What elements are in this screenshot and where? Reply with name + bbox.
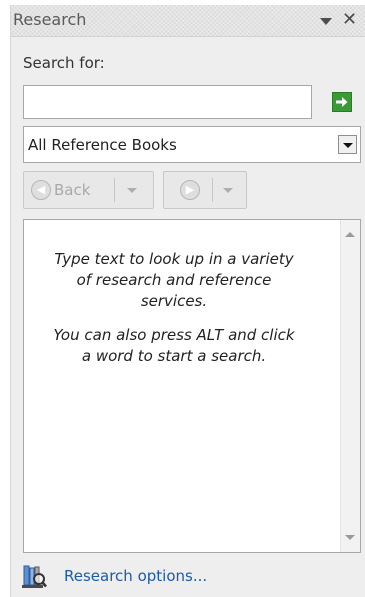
- results-hint-lookup: Type text to look up in a variety of res…: [54, 250, 294, 310]
- forward-arrow-circle-icon: ▶: [180, 180, 200, 200]
- back-button-divider: [114, 178, 115, 202]
- pane-title: Research: [13, 10, 87, 29]
- chevron-down-icon[interactable]: [338, 135, 357, 154]
- forward-history-dropdown-icon[interactable]: [223, 188, 233, 193]
- research-options-label: Research options...: [64, 567, 208, 585]
- research-options-icon: [22, 565, 47, 588]
- forward-button-divider: [212, 178, 213, 202]
- results-message: Type text to look up in a variety of res…: [24, 249, 324, 380]
- scroll-down-icon[interactable]: [345, 535, 355, 540]
- arrow-right-green-icon: [336, 97, 348, 107]
- results-panel: Type text to look up in a variety of res…: [23, 219, 361, 553]
- back-button[interactable]: ◀ Back: [23, 171, 154, 209]
- research-pane: Research ✕ Search for: All Reference Boo…: [10, 5, 365, 597]
- back-history-dropdown-icon[interactable]: [127, 188, 137, 193]
- close-icon[interactable]: ✕: [342, 9, 357, 31]
- reference-source-value: All Reference Books: [28, 136, 177, 154]
- back-arrow-circle-icon: ◀: [31, 180, 51, 200]
- results-hint-alt-click: You can also press ALT and click a word …: [53, 326, 295, 365]
- forward-button[interactable]: ▶: [163, 171, 247, 209]
- search-input[interactable]: [23, 85, 312, 119]
- dropdown-triangle-icon[interactable]: [320, 18, 332, 25]
- pane-titlebar: Research ✕: [11, 5, 365, 37]
- results-scrollbar[interactable]: [340, 220, 360, 552]
- reference-source-select[interactable]: All Reference Books: [23, 126, 361, 163]
- start-searching-button[interactable]: [332, 92, 352, 112]
- back-button-label: Back: [54, 181, 91, 199]
- search-for-label: Search for:: [23, 54, 105, 72]
- scroll-up-icon[interactable]: [345, 232, 355, 237]
